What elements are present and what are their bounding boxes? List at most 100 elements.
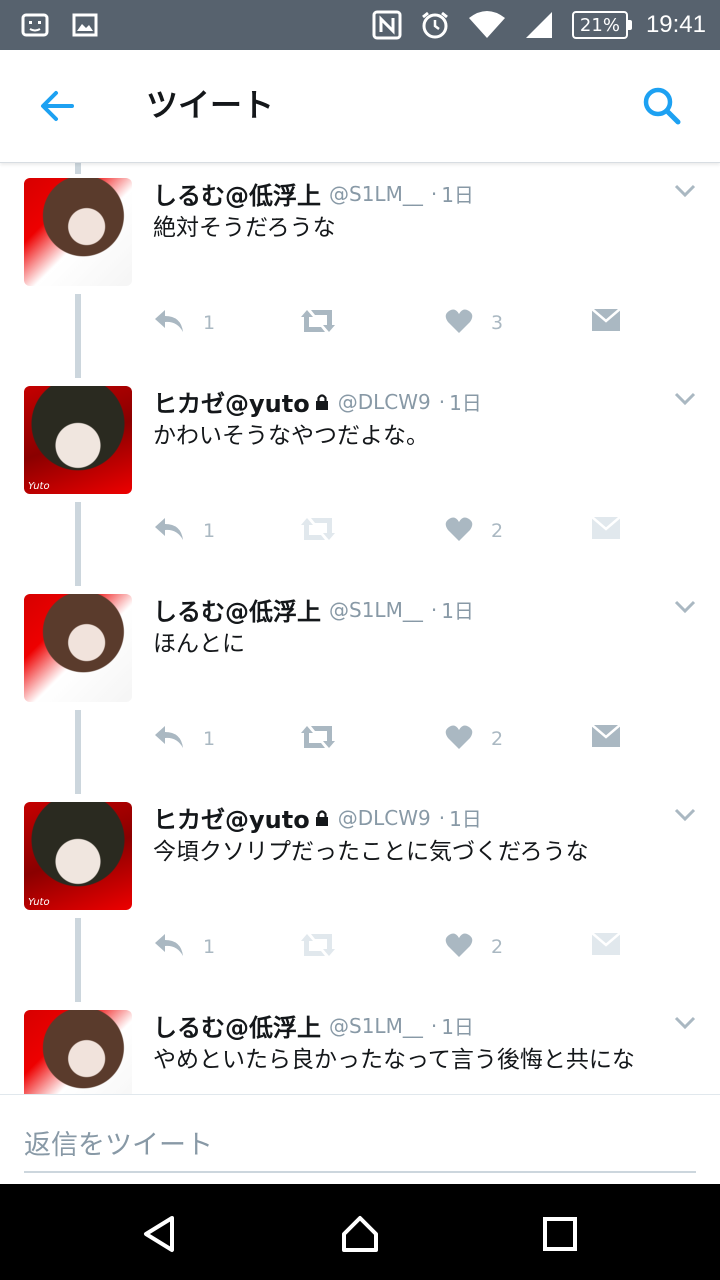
like-count: 2	[491, 520, 504, 542]
tweet-actions: 1 2	[153, 724, 633, 760]
avatar-signature: Yuto	[28, 481, 50, 492]
tweet-header: しるむ@低浮上 @S1LM__ · 1日	[153, 176, 660, 211]
heart-icon	[445, 516, 473, 546]
heart-icon	[445, 724, 473, 754]
share-dm-button[interactable]	[591, 516, 621, 544]
like-count: 2	[491, 728, 504, 750]
tweet-actions: 1 3	[153, 308, 633, 344]
square-recents-icon[interactable]	[538, 1212, 582, 1256]
avatar-signature: Yuto	[28, 897, 50, 908]
avatar[interactable]	[24, 178, 132, 286]
notification-icon	[21, 13, 49, 37]
avatar[interactable]: Yuto	[24, 386, 132, 494]
like-button[interactable]: 3	[445, 308, 503, 338]
clock: 19:41	[645, 11, 706, 38]
timestamp[interactable]: 1日	[449, 387, 482, 416]
retweet-button[interactable]	[299, 724, 355, 754]
share-dm-button[interactable]	[591, 932, 621, 960]
home-icon[interactable]	[338, 1212, 382, 1256]
status-bar: 21% 19:41	[0, 0, 720, 50]
reply-button[interactable]: 1	[153, 308, 215, 338]
tweet[interactable]: しるむ@低浮上 @S1LM__ · 1日 ほんとに 1 2	[0, 578, 720, 786]
page-title: ツイート	[146, 86, 275, 124]
chevron-down-icon[interactable]	[674, 1016, 696, 1030]
tweet-text: 絶対そうだろうな	[153, 215, 336, 241]
tweet[interactable]: Yuto ヒカゼ@yuto @DLCW9 · 1日 今頃クソリプだったことに気づ…	[0, 786, 720, 994]
like-count: 3	[491, 312, 504, 334]
reply-icon	[153, 516, 185, 546]
reply-count: 1	[203, 312, 216, 334]
like-button[interactable]: 2	[445, 724, 503, 754]
retweet-icon	[299, 724, 337, 754]
timestamp[interactable]: 1日	[441, 179, 474, 208]
reply-button[interactable]: 1	[153, 724, 215, 754]
signal-icon	[525, 12, 552, 38]
retweet-button[interactable]	[299, 516, 355, 546]
share-dm-button[interactable]	[591, 308, 621, 336]
search-icon[interactable]	[638, 82, 686, 130]
battery-level: 21%	[579, 14, 620, 36]
timestamp[interactable]: 1日	[441, 595, 474, 624]
reply-bar: 返信をツイート	[0, 1094, 720, 1185]
display-name[interactable]: しるむ@低浮上	[153, 176, 321, 211]
tweet-actions: 1 2	[153, 516, 633, 552]
tweet-text: かわいそうなやつだよな。	[153, 423, 429, 449]
battery-indicator: 21%	[571, 11, 632, 39]
app-bar: ツイート	[0, 50, 720, 163]
display-name[interactable]: しるむ@低浮上	[153, 1008, 321, 1043]
display-name[interactable]: ヒカゼ@yuto	[153, 384, 310, 419]
retweet-icon	[299, 516, 337, 546]
tweet-text: やめといたら良かったなって言う後悔と共にな	[153, 1047, 635, 1073]
arrow-left-icon[interactable]	[34, 82, 82, 130]
lock-icon	[315, 809, 328, 826]
wifi-icon	[468, 11, 505, 38]
chevron-down-icon[interactable]	[674, 184, 696, 198]
like-button[interactable]: 2	[445, 932, 503, 962]
tweet-header: しるむ@低浮上 @S1LM__ · 1日	[153, 592, 660, 627]
retweet-icon	[299, 308, 337, 338]
timestamp[interactable]: 1日	[441, 1011, 474, 1040]
like-count: 2	[491, 936, 504, 958]
envelope-icon	[591, 932, 621, 960]
timestamp[interactable]: 1日	[449, 803, 482, 832]
triangle-back-icon[interactable]	[138, 1212, 182, 1256]
tweet-header: ヒカゼ@yuto @DLCW9 · 1日	[153, 384, 660, 419]
reply-button[interactable]: 1	[153, 516, 215, 546]
heart-icon	[445, 932, 473, 962]
reply-count: 1	[203, 520, 216, 542]
display-name[interactable]: ヒカゼ@yuto	[153, 800, 310, 835]
separator-dot: ·	[438, 805, 446, 830]
lock-icon	[315, 393, 328, 410]
tweet-header: ヒカゼ@yuto @DLCW9 · 1日	[153, 800, 660, 835]
reply-icon	[153, 724, 185, 754]
chevron-down-icon[interactable]	[674, 392, 696, 406]
system-nav-bar	[0, 1184, 720, 1280]
conversation-timeline[interactable]: しるむ@低浮上 @S1LM__ · 1日 絶対そうだろうな 1 3 Yuto ヒ…	[0, 162, 720, 1094]
tweet-actions: 1 2	[153, 932, 633, 968]
tweet[interactable]: しるむ@低浮上 @S1LM__ · 1日 絶対そうだろうな 1 3	[0, 162, 720, 370]
reply-input[interactable]: 返信をツイート	[24, 1113, 696, 1173]
retweet-icon	[299, 932, 337, 962]
retweet-button[interactable]	[299, 932, 355, 962]
retweet-button[interactable]	[299, 308, 355, 338]
chevron-down-icon[interactable]	[674, 600, 696, 614]
tweet[interactable]: しるむ@低浮上 @S1LM__ · 1日 やめといたら良かったなって言う後悔と共…	[0, 994, 720, 1094]
avatar[interactable]	[24, 594, 132, 702]
avatar[interactable]	[24, 1010, 132, 1094]
user-handle[interactable]: @S1LM__	[329, 598, 423, 622]
like-button[interactable]: 2	[445, 516, 503, 546]
share-dm-button[interactable]	[591, 724, 621, 752]
reply-button[interactable]: 1	[153, 932, 215, 962]
user-handle[interactable]: @DLCW9	[338, 806, 431, 830]
nfc-icon	[372, 10, 402, 40]
avatar[interactable]: Yuto	[24, 802, 132, 910]
heart-icon	[445, 308, 473, 338]
tweet[interactable]: Yuto ヒカゼ@yuto @DLCW9 · 1日 かわいそうなやつだよな。 1	[0, 370, 720, 578]
envelope-icon	[591, 308, 621, 336]
display-name[interactable]: しるむ@低浮上	[153, 592, 321, 627]
user-handle[interactable]: @S1LM__	[329, 1014, 423, 1038]
user-handle[interactable]: @DLCW9	[338, 390, 431, 414]
alarm-icon	[421, 11, 448, 39]
user-handle[interactable]: @S1LM__	[329, 182, 423, 206]
chevron-down-icon[interactable]	[674, 808, 696, 822]
